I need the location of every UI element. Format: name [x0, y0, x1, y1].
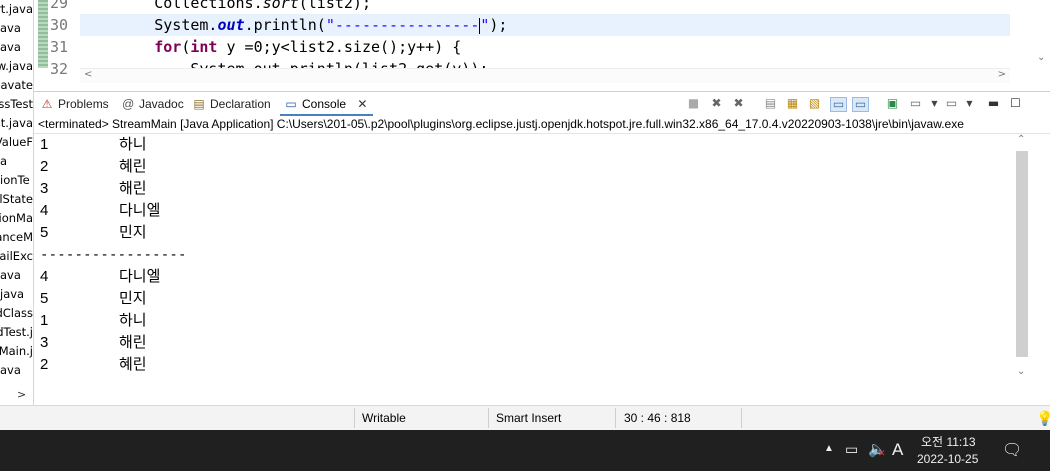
- tab-declaration[interactable]: ▤ Declaration: [192, 94, 270, 114]
- output-line: 3 해린: [40, 180, 147, 197]
- chevron-down-icon[interactable]: ▼: [962, 97, 977, 110]
- javadoc-icon: @: [121, 97, 135, 111]
- tab-javadoc[interactable]: @ Javadoc: [121, 94, 184, 114]
- tab-console[interactable]: ▭ Console ✕: [279, 94, 374, 116]
- status-bar: Writable Smart Insert 30 : 46 : 818 💡: [0, 405, 1050, 430]
- remove-all-launches-icon[interactable]: ✖: [731, 97, 746, 110]
- output-line: 5 민지: [40, 290, 147, 307]
- explorer-file-item[interactable]: dTest.j: [0, 323, 33, 342]
- explorer-file-item[interactable]: a: [0, 152, 33, 171]
- status-divider: [615, 408, 616, 428]
- problems-icon: ⚠: [41, 97, 53, 111]
- code-line-current[interactable]: System.out.println("----------------");: [80, 14, 1010, 36]
- output-line: 2 혜린: [40, 356, 147, 373]
- status-divider: [488, 408, 489, 428]
- line-number: 32: [50, 60, 69, 78]
- explorer-file-item[interactable]: java: [0, 285, 33, 304]
- ime-indicator[interactable]: A: [892, 440, 903, 460]
- output-separator: -----------------: [40, 247, 187, 263]
- show-on-stdout-icon[interactable]: ▭: [830, 97, 847, 112]
- scroll-lock-icon[interactable]: ▦: [785, 97, 800, 110]
- output-line: 4 다니엘: [40, 202, 161, 219]
- explorer-file-item[interactable]: ort.java: [0, 0, 33, 19]
- remove-launch-icon[interactable]: ✖: [709, 97, 724, 110]
- explorer-file-item[interactable]: ailExc: [0, 247, 33, 266]
- declaration-icon: ▤: [193, 97, 205, 111]
- minimize-icon[interactable]: ▬: [986, 97, 1001, 110]
- network-icon[interactable]: ▭: [845, 441, 858, 458]
- word-wrap-icon[interactable]: ▧: [807, 97, 822, 110]
- tab-problems[interactable]: ⚠ Problems: [40, 94, 109, 114]
- line-number: 31: [50, 38, 69, 56]
- cursor-position: 30 : 46 : 818: [624, 411, 691, 425]
- code-line[interactable]: for(int y =0;y<list2.size();y++) {: [80, 36, 1010, 58]
- change-ruler: [38, 0, 48, 68]
- output-line: 4 다니엘: [40, 268, 161, 285]
- explorer-scroll-right-icon[interactable]: >: [17, 388, 26, 401]
- output-line: 1 하니: [40, 136, 147, 153]
- chevron-down-icon[interactable]: ▼: [927, 97, 942, 110]
- windows-taskbar: ▲ ▭ 🔈 ✕ A 오전 11:13 2022-10-25 🗨: [0, 430, 1050, 471]
- status-divider: [741, 408, 742, 428]
- lightbulb-icon[interactable]: 💡: [1036, 409, 1050, 427]
- explorer-file-item[interactable]: .javate: [0, 76, 33, 95]
- code-editor[interactable]: 29 30 31 32 Collections.sort(list2); Sys…: [34, 0, 1050, 86]
- show-hidden-icons-icon[interactable]: ▲: [824, 443, 834, 454]
- mute-badge-icon: ✕: [878, 448, 886, 458]
- line-number-ruler: 29 30 31 32: [48, 0, 84, 80]
- console-output[interactable]: 1 하니 2 혜린 3 해린 4 다니엘 5 민지 ----------------- 4…: [34, 134, 1014, 386]
- line-number: 30: [50, 16, 69, 34]
- line-number: 29: [50, 0, 69, 12]
- output-line: 5 민지: [40, 224, 147, 241]
- explorer-file-item[interactable]: est.java: [0, 114, 33, 133]
- console-process-label: <terminated> StreamMain [Java Applicatio…: [34, 116, 1050, 134]
- code-line[interactable]: Collections.sort(list2);: [80, 0, 1010, 14]
- console-icon: ▭: [285, 97, 297, 111]
- explorer-file-item[interactable]: nMain.j: [0, 342, 33, 361]
- view-tab-bar: ⚠ Problems @ Javadoc ▤ Declaration ▭ Console…: [34, 91, 1050, 116]
- explorer-file-item[interactable]: ssTest: [0, 95, 33, 114]
- scroll-right-icon[interactable]: >: [998, 69, 1006, 80]
- notification-icon[interactable]: 🗨: [1002, 440, 1022, 460]
- explorer-file-item[interactable]: ValueF: [0, 133, 33, 152]
- explorer-file-item[interactable]: anceM: [0, 228, 33, 247]
- output-line: 3 해린: [40, 334, 147, 351]
- scroll-left-icon[interactable]: <: [84, 69, 92, 80]
- status-divider: [354, 408, 355, 428]
- explorer-file-item[interactable]: ew.java: [0, 57, 33, 76]
- writable-status: Writable: [362, 411, 406, 425]
- scroll-down-icon[interactable]: ⌄: [1037, 52, 1045, 63]
- scroll-up-icon[interactable]: ⌃: [1017, 134, 1025, 145]
- display-console-icon[interactable]: ▭: [908, 97, 923, 110]
- show-on-stderr-icon[interactable]: ▭: [852, 97, 869, 112]
- package-explorer: ort.javaavaavaew.java.javatessTestest.ja…: [0, 0, 34, 405]
- pin-console-icon[interactable]: ▣: [885, 97, 900, 110]
- explorer-file-item[interactable]: ionMa: [0, 209, 33, 228]
- maximize-icon[interactable]: ☐: [1008, 97, 1023, 110]
- scroll-down-icon[interactable]: ⌄: [1017, 366, 1025, 377]
- explorer-file-item[interactable]: ava: [0, 19, 33, 38]
- output-line: 2 혜린: [40, 158, 147, 175]
- output-line: 1 하니: [40, 312, 147, 329]
- explorer-file-item[interactable]: ionTe: [0, 171, 33, 190]
- clock-date[interactable]: 2022-10-25: [917, 452, 978, 466]
- console-vertical-scrollbar[interactable]: ⌃ ⌄: [1014, 134, 1030, 386]
- explorer-file-item[interactable]: dClass: [0, 304, 33, 323]
- editor-vertical-scrollbar[interactable]: ⌄: [1034, 0, 1050, 68]
- close-tab-icon[interactable]: ✕: [357, 97, 367, 111]
- open-console-icon[interactable]: ▭: [944, 97, 959, 110]
- insert-mode-status: Smart Insert: [496, 411, 562, 425]
- scrollbar-thumb[interactable]: [1016, 151, 1028, 357]
- terminate-icon[interactable]: ■: [686, 97, 701, 110]
- editor-horizontal-scrollbar[interactable]: < >: [80, 68, 1010, 83]
- clock-time[interactable]: 오전 11:13: [921, 433, 976, 450]
- explorer-file-item[interactable]: ava: [0, 361, 33, 380]
- explorer-file-item[interactable]: ava: [0, 266, 33, 285]
- explorer-file-item[interactable]: ava: [0, 38, 33, 57]
- clear-console-icon[interactable]: ▤: [763, 97, 778, 110]
- explorer-file-item[interactable]: lState: [0, 190, 33, 209]
